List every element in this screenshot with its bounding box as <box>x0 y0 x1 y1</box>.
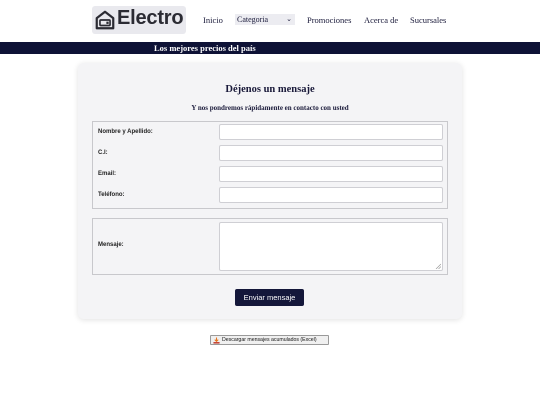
category-dropdown-value: Categoria <box>237 15 269 24</box>
house-tv-icon <box>95 10 115 30</box>
promo-banner: Los mejores precios del país <box>0 42 540 54</box>
resize-handle-icon[interactable] <box>435 263 441 269</box>
banner-text: Los mejores precios del país <box>154 43 256 53</box>
ci-input[interactable] <box>219 145 443 161</box>
send-message-button[interactable]: Enviar mensaje <box>235 289 304 306</box>
download-excel-button[interactable]: Descargar mensajes acumulados (Excel) <box>210 335 329 345</box>
brand-name: Electro <box>117 7 184 29</box>
nombre-label: Nombre y Apellido: <box>98 129 153 135</box>
nav-inicio[interactable]: Inicio <box>203 15 223 25</box>
chevron-down-icon: ⌄ <box>286 15 292 23</box>
nav-promociones[interactable]: Promociones <box>307 15 351 25</box>
brand-logo[interactable]: Electro <box>92 6 186 34</box>
form-subtitle: Y nos pondremos rápidamente en contacto … <box>191 104 349 112</box>
form-title: Déjenos un mensaje <box>225 84 315 95</box>
contact-form-card: Déjenos un mensaje Y nos pondremos rápid… <box>78 63 462 319</box>
telefono-label: Teléfono: <box>98 192 125 198</box>
message-fieldset: Mensaje: <box>92 218 448 275</box>
personal-info-fieldset: Nombre y Apellido: C.I: Email: Teléfono: <box>92 121 448 209</box>
site-header: Electro Inicio Categoria ⌄ Promociones A… <box>0 0 540 42</box>
mensaje-label: Mensaje: <box>98 242 124 248</box>
mensaje-textarea[interactable] <box>219 222 443 271</box>
ci-label: C.I: <box>98 150 108 156</box>
nav-sucursales[interactable]: Sucursales <box>410 15 446 25</box>
nombre-input[interactable] <box>219 124 443 140</box>
download-label: Descargar mensajes acumulados (Excel) <box>222 337 317 343</box>
download-icon <box>213 336 220 344</box>
email-input[interactable] <box>219 166 443 182</box>
nav-acerca-de[interactable]: Acerca de <box>364 15 398 25</box>
telefono-input[interactable] <box>219 187 443 203</box>
email-label: Email: <box>98 171 117 177</box>
category-dropdown[interactable]: Categoria ⌄ <box>235 14 295 25</box>
